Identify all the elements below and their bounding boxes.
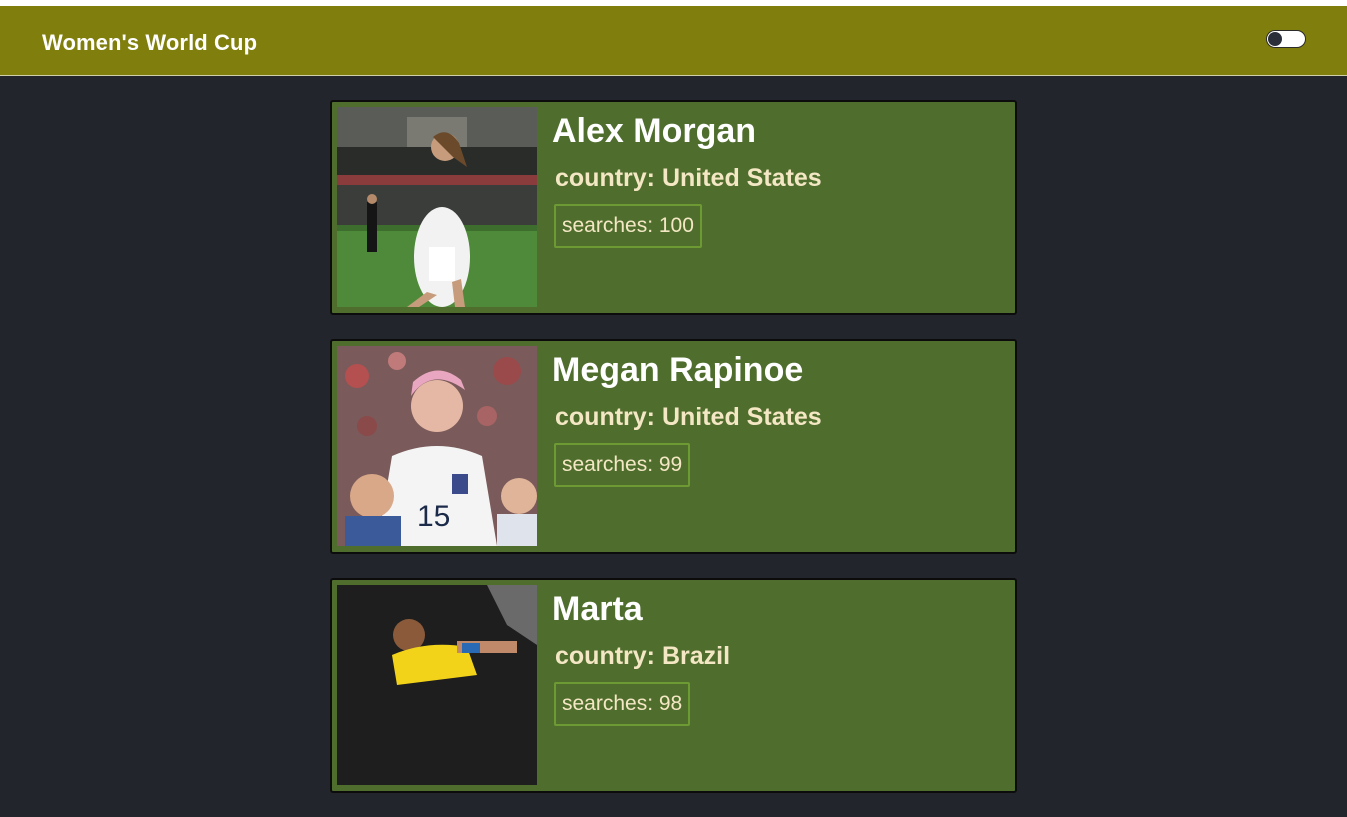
app-title: Women's World Cup — [42, 30, 258, 55]
player-country: country: Brazil — [555, 642, 731, 670]
player-name: Alex Morgan — [552, 112, 757, 150]
player-country: country: United States — [555, 403, 822, 431]
player-name: Megan Rapinoe — [552, 351, 804, 389]
player-photo — [337, 585, 537, 785]
player-searches: searches: 98 — [554, 682, 691, 726]
player-name: Marta — [552, 590, 643, 628]
player-card[interactable]: Alex Morgan country: United States searc… — [330, 100, 1017, 315]
player-photo — [337, 107, 537, 307]
player-card[interactable]: Marta country: Brazil searches: 98 — [330, 578, 1017, 793]
player-photo: 15 — [337, 346, 537, 546]
player-card[interactable]: 15 Megan Rapinoe country: United States … — [330, 339, 1017, 554]
player-list: Alex Morgan country: United States searc… — [330, 100, 1017, 817]
app-header: Women's World Cup — [0, 6, 1347, 76]
player-country: country: United States — [555, 164, 822, 192]
toggle-knob — [1268, 32, 1282, 46]
svg-text:15: 15 — [417, 500, 450, 533]
player-searches: searches: 100 — [554, 204, 702, 248]
theme-toggle[interactable] — [1266, 30, 1306, 48]
player-searches: searches: 99 — [554, 443, 691, 487]
